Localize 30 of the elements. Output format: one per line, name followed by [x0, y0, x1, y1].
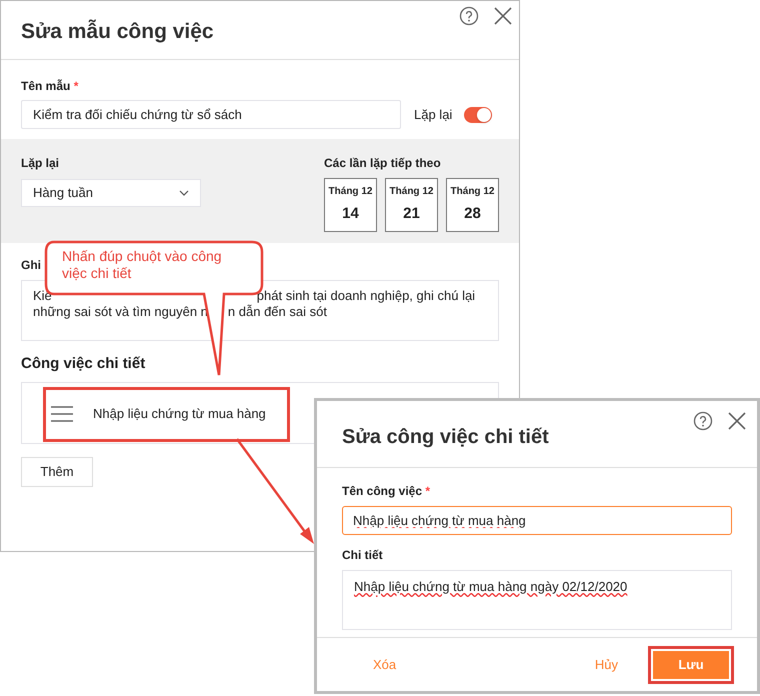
date-tile: Tháng 12 21	[385, 178, 438, 232]
dialog-title: Sửa mẫu công việc	[21, 18, 214, 45]
task-item[interactable]: Nhập liệu chứng từ mua hàng	[43, 386, 290, 442]
input-field[interactable]: Nhập liệu chứng từ mua hàng	[342, 506, 732, 535]
field-label: Lặp lại	[21, 155, 60, 172]
date-tile: Tháng 12 14	[324, 178, 377, 232]
notes-text: phát sinh tại doanh nghiệp, ghi chú lại	[256, 288, 476, 304]
dropdown[interactable]: Hàng tuần	[21, 179, 201, 207]
field-label: Tên mẫu *	[21, 78, 80, 95]
field-label: Ghi	[21, 257, 41, 274]
field-label: Chi tiết	[342, 547, 384, 564]
date-tile: Tháng 12 28	[446, 178, 499, 232]
callout-text: Nhấn đúp chuột vào công việc chi tiết	[62, 248, 223, 282]
close-icon[interactable]	[493, 6, 513, 26]
help-icon[interactable]	[693, 411, 713, 431]
section-title: Công việc chi tiết	[21, 354, 146, 374]
field-label: Các lần lặp tiếp theo	[324, 155, 442, 172]
notes-text: n dẫn đến sai sót	[228, 304, 327, 320]
help-icon[interactable]	[459, 6, 479, 26]
detail-field[interactable]: Nhập liệu chứng từ mua hàng ngày 02/12/2020	[342, 570, 732, 630]
task-name: Nhập liệu chứng từ mua hàng	[93, 405, 266, 424]
close-icon[interactable]	[727, 411, 747, 431]
add-button[interactable]: Thêm	[21, 456, 93, 486]
toggle-label: Lặp lại	[414, 106, 452, 124]
input-field[interactable]: Kiểm tra đối chiếu chứng từ sổ sách	[21, 100, 401, 129]
field-label: Tên công việc *	[342, 483, 432, 500]
chevron-down-icon	[179, 190, 189, 196]
toggle-switch[interactable]	[464, 106, 492, 122]
menu-icon	[51, 406, 73, 422]
dialog-title: Sửa công việc chi tiết	[342, 425, 549, 450]
